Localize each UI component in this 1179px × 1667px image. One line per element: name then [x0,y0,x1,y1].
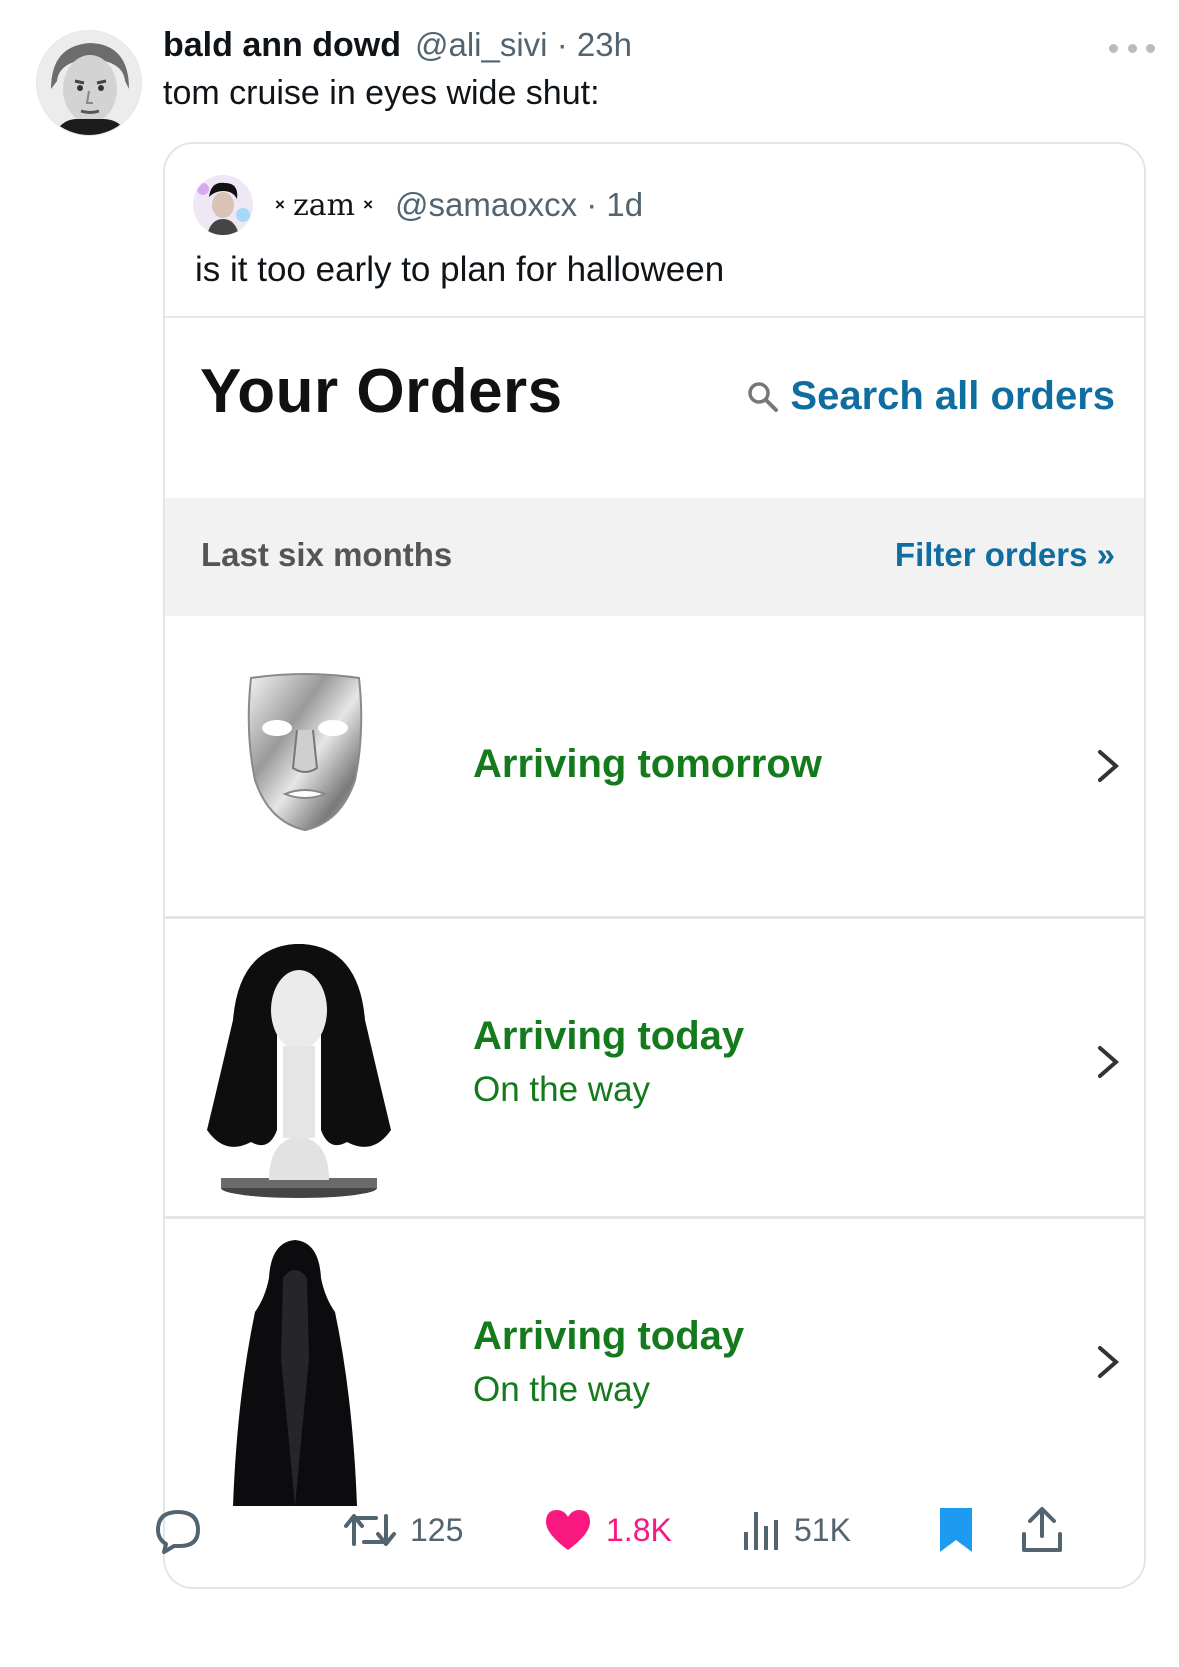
quoted-handle-time: @samaoxcx · 1d [395,186,644,223]
quoted-avatar-picture [193,175,253,235]
author-avatar[interactable] [36,30,142,136]
views-button[interactable]: 51K [742,1500,851,1560]
bookmark-icon [940,1508,972,1552]
views-icon [744,1512,778,1550]
order-status: Arriving tomorrow [473,742,822,786]
black-wig-image [207,944,391,1198]
quoted-tweet-header: × zam × @samaoxcx · 1d [193,174,643,236]
silver-mask-image [247,673,363,832]
orders-screenshot: Your Orders Search all orders Last six m… [165,318,1144,1587]
filter-bar: Last six months Filter orders » [165,498,1144,616]
chevron-right-icon [1098,750,1120,782]
tweet-time[interactable]: 23h [577,26,632,63]
search-all-orders-link: Search all orders [746,374,1115,419]
filter-orders-link: Filter orders » [894,536,1115,573]
tweet-header: bald ann dowd @ali_sivi · 23h [163,26,1155,74]
author-handle[interactable]: @ali_sivi [415,26,548,63]
views-count: 51K [794,1511,851,1548]
order-substatus: On the way [473,1070,651,1109]
name-decoration-right: × [363,195,374,214]
time-period-label: Last six months [201,536,453,573]
author-handle-time: @ali_sivi · 23h [414,26,632,63]
like-button[interactable]: 1.8K [542,1500,672,1560]
name-decoration-left: × [275,195,285,214]
quoted-tweet-card[interactable]: × zam × @samaoxcx · 1d is it too early t… [163,142,1146,1589]
author-name[interactable]: bald ann dowd [163,26,401,65]
share-button[interactable] [1020,1500,1064,1560]
heart-icon [546,1510,590,1550]
retweet-button[interactable]: 125 [342,1500,463,1560]
order-status: Arriving today [473,1014,745,1058]
chevron-right-icon [1098,1346,1120,1378]
order-status: Arriving today [473,1314,745,1358]
reply-button[interactable] [152,1500,216,1560]
tweet-action-bar: 125 1.8K 51K [152,1500,1179,1560]
orders-title: Your Orders [200,357,563,426]
chevron-right-icon [1098,1046,1120,1078]
quoted-tweet-time[interactable]: 1d [606,186,643,223]
like-count: 1.8K [606,1511,672,1548]
search-icon [748,381,779,412]
quoted-tweet-text: is it too early to plan for halloween [195,250,725,289]
order-row: Arriving tomorrow [165,616,1144,916]
more-options-icon[interactable] [1109,38,1155,58]
order-substatus: On the way [473,1370,651,1409]
search-all-orders-label: Search all orders [790,374,1115,418]
reply-icon [156,1510,200,1554]
tweet-text: tom cruise in eyes wide shut: [163,74,600,112]
retweet-icon [344,1514,396,1546]
author-portrait [37,31,141,135]
black-cloak-image [233,1240,357,1506]
order-row: Arriving today On the way [165,918,1144,1216]
share-icon [1022,1507,1062,1552]
quoted-author-name[interactable]: zam [293,188,355,223]
quoted-author-handle[interactable]: @samaoxcx [395,186,577,223]
bookmark-button[interactable] [936,1500,976,1560]
retweet-count: 125 [410,1511,464,1548]
quoted-author-avatar[interactable] [193,175,253,235]
